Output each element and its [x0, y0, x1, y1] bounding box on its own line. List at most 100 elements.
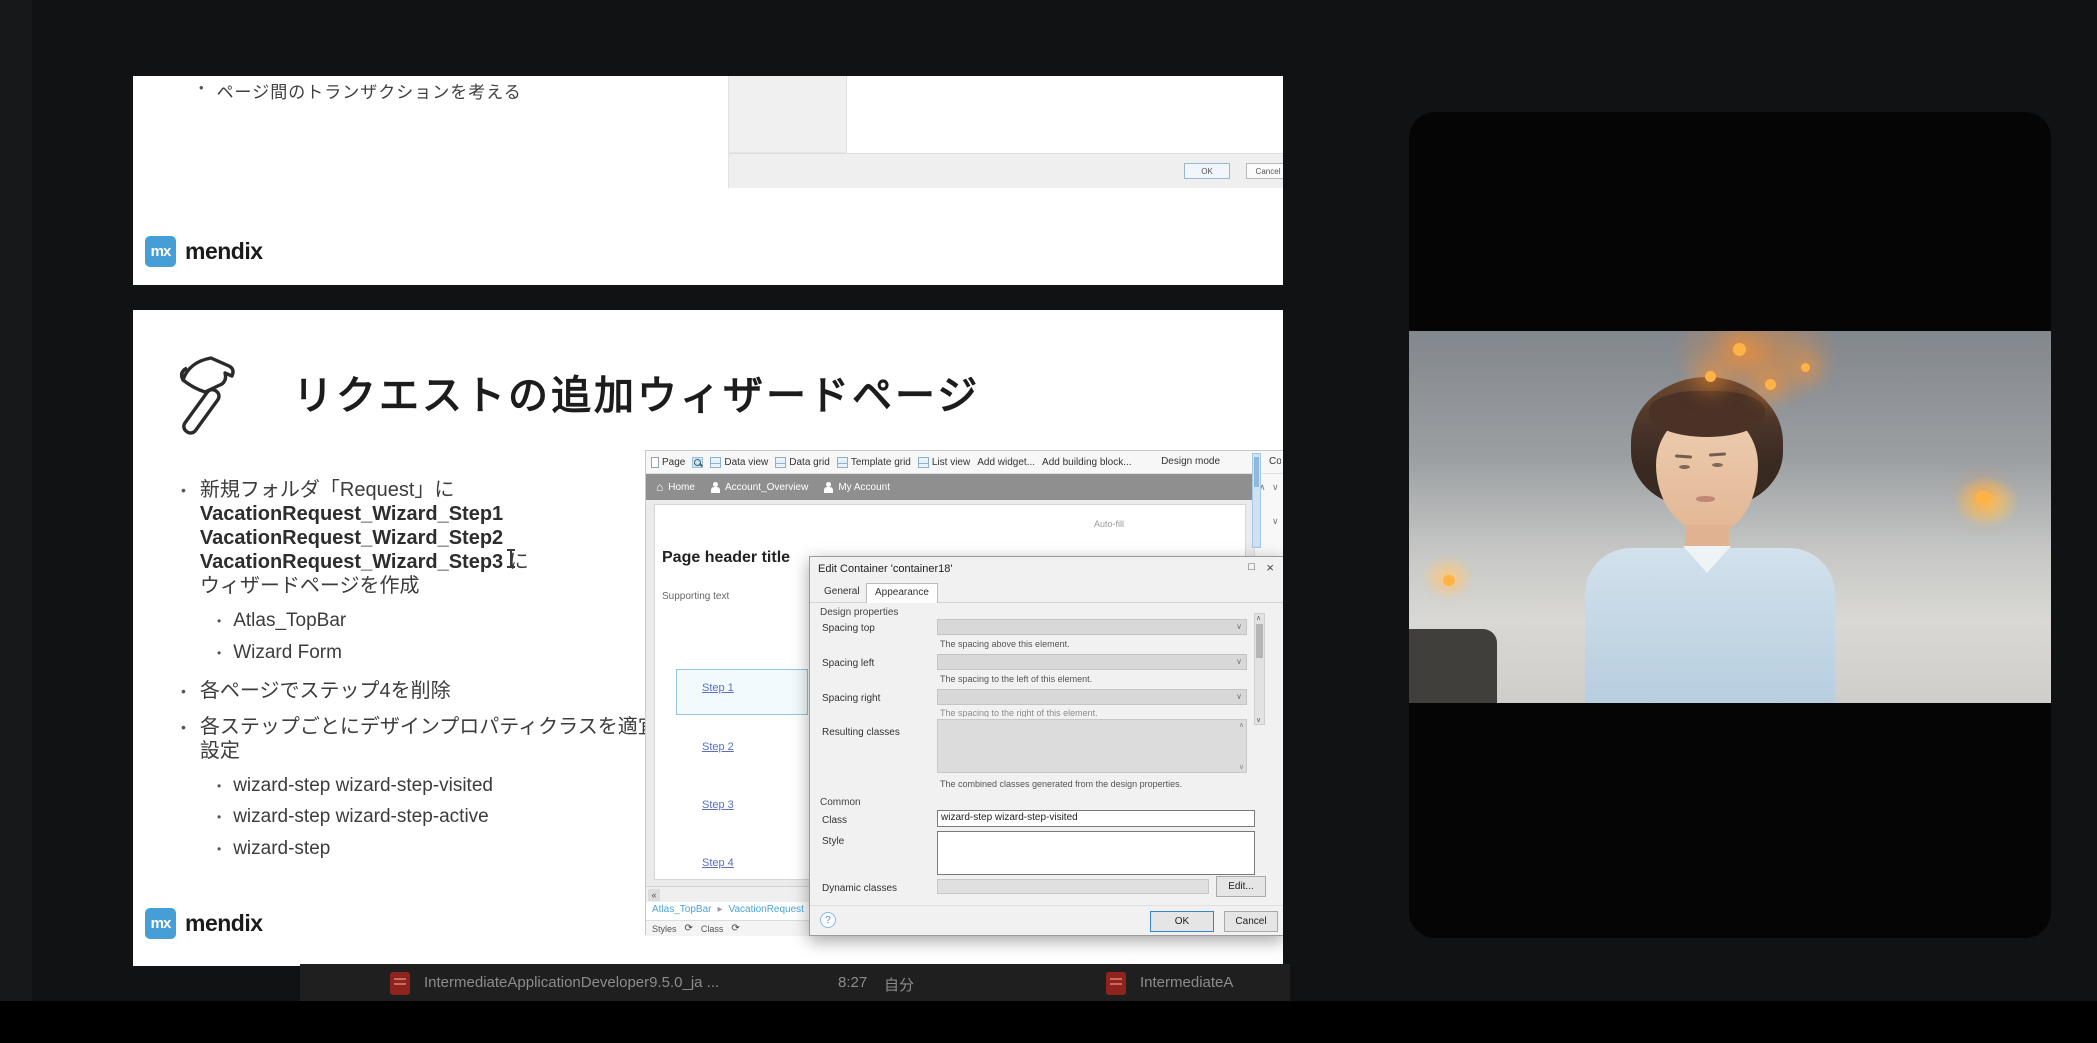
spacing-right-helper-clipped: The spacing to the right of this element…: [940, 708, 1098, 717]
toolbar-add-building-block[interactable]: Add building block...: [1042, 457, 1132, 468]
selection-box[interactable]: [676, 669, 808, 715]
shared-file-name[interactable]: IntermediateApplicationDeveloper9.5.0_ja…: [424, 974, 719, 991]
style-label: Style: [822, 836, 844, 847]
chevron-down-icon[interactable]: ∨: [1272, 516, 1279, 527]
dialog-fragment-panel: [729, 76, 847, 153]
resulting-classes-textarea[interactable]: ∧ ∨: [937, 719, 1247, 773]
text-cursor-ibeam: [510, 550, 512, 567]
breadcrumb-vacationrequest[interactable]: VacationRequest: [729, 904, 804, 915]
bullet-icon: •: [181, 482, 186, 598]
toolbar-more-clipped[interactable]: Co: [1269, 456, 1281, 467]
bullet-icon: •: [199, 80, 205, 103]
spacing-right-label: Spacing right: [822, 693, 880, 704]
wall-lamp: [1443, 575, 1455, 586]
class-input[interactable]: wizard-step wizard-step-visited: [937, 810, 1255, 827]
spacing-left-label: Spacing left: [822, 658, 874, 669]
chevron-down-icon[interactable]: ∨: [1256, 716, 1261, 724]
spacing-right-dropdown[interactable]: [937, 689, 1247, 705]
webcam-video-tile[interactable]: [1409, 112, 2051, 938]
mendix-logo-mark: mx: [145, 236, 176, 267]
style-textarea[interactable]: [937, 831, 1255, 875]
bullet-3-sublist: •wizard-step wizard-step-visited • wizard…: [217, 775, 659, 861]
spacing-top-helper: The spacing above this element.: [940, 639, 1070, 649]
sub-item: •Wizard Form: [217, 642, 659, 665]
sub-item: •Atlas_TopBar: [217, 610, 659, 633]
autofill-label: Auto-fill: [1094, 519, 1124, 529]
canvas-vertical-scrollbar[interactable]: [1252, 453, 1261, 548]
step-3-link[interactable]: Step 3: [702, 799, 734, 811]
b1-sub1: Atlas_TopBar: [233, 610, 346, 633]
cancel-button[interactable]: Cancel: [1224, 911, 1278, 932]
b3-sub2: wizard-step wizard-step-active: [233, 806, 489, 829]
dialog-tabs: General Appearance: [810, 581, 1283, 603]
dialog-title: Edit Container 'container18': [818, 563, 952, 575]
toolbar-list-view[interactable]: List view: [918, 457, 970, 468]
user-icon: [711, 482, 720, 493]
speaker-mouth: [1696, 496, 1715, 502]
chevron-down-icon[interactable]: ∨: [1272, 482, 1279, 493]
chevron-up-icon: ∧: [1239, 721, 1244, 729]
dynamic-classes-input[interactable]: [937, 879, 1209, 894]
ok-button[interactable]: OK: [1150, 911, 1214, 932]
breadcrumb-atlas-topbar[interactable]: Atlas_TopBar: [652, 904, 711, 915]
nav-home[interactable]: ⌂Home: [656, 481, 695, 493]
chevron-up-icon[interactable]: ∧: [1256, 614, 1261, 622]
sub-item: •wizard-step wizard-step-visited: [217, 775, 659, 798]
nav-account-overview[interactable]: Account_Overview: [711, 482, 808, 493]
meeting-screen: • ページ間のトランザクションを考える OK Cancel mx mendix: [0, 0, 2097, 1043]
speaker-hair-fringe: [1649, 391, 1765, 437]
b1-bold1: VacationRequest_Wizard_Step1: [200, 502, 529, 526]
bullet-icon: •: [217, 779, 221, 798]
ok-button[interactable]: OK: [1184, 163, 1230, 179]
dialog-footer-divider: [810, 905, 1283, 906]
mendix-logo: mx mendix: [145, 908, 263, 939]
step-2-link[interactable]: Step 2: [702, 741, 734, 753]
scrollbar-thumb[interactable]: [1256, 624, 1263, 658]
toolbar-page[interactable]: Page: [651, 457, 685, 468]
b3-sub3: wizard-step: [233, 838, 330, 861]
toolbar-design-mode[interactable]: Design mode: [1161, 456, 1220, 467]
speaker-shirt: [1585, 548, 1835, 703]
bullet-icon: •: [217, 842, 221, 861]
edit-button[interactable]: Edit...: [1216, 876, 1266, 897]
resulting-classes-helper: The combined classes generated from the …: [940, 779, 1182, 789]
collapse-icon[interactable]: «: [648, 889, 660, 901]
toolbar-template-grid[interactable]: Template grid: [837, 457, 911, 468]
dialog-scrollbar[interactable]: ∧ ∨: [1254, 613, 1265, 725]
spacing-left-dropdown[interactable]: [937, 654, 1247, 670]
page-header-title: Page header title: [662, 549, 790, 567]
data-view-icon: [710, 457, 721, 468]
tab-appearance[interactable]: Appearance: [866, 583, 938, 603]
b1-sub2: Wizard Form: [233, 642, 342, 665]
toolbar-data-view[interactable]: Data view: [710, 457, 768, 468]
nav-my-account[interactable]: My Account: [824, 482, 890, 493]
props-styles[interactable]: Styles: [652, 924, 677, 934]
shared-file-sender: 自分: [884, 974, 914, 995]
toolbar-add-widget[interactable]: Add widget...: [977, 457, 1035, 468]
toolbar-data-grid[interactable]: Data grid: [775, 457, 830, 468]
slide-previous: • ページ間のトランザクションを考える OK Cancel mx mendix: [133, 76, 1283, 285]
props-class[interactable]: Class: [701, 924, 724, 934]
step-1-link[interactable]: Step 1: [702, 682, 734, 694]
mendix-logo-word: mendix: [185, 910, 263, 937]
refresh-icon: ⟳: [685, 923, 693, 934]
mendix-logo-word: mendix: [185, 238, 263, 265]
sub-item: • wizard-step: [217, 838, 659, 861]
slide-bullet-list: • 新規フォルダ「Request」に VacationRequest_Wizar…: [181, 478, 659, 875]
refresh-icon: ⟳: [731, 923, 739, 934]
shared-file-name-clipped[interactable]: IntermediateA: [1140, 974, 1233, 991]
maximize-icon[interactable]: □: [1248, 561, 1255, 573]
section-design-properties: Design properties: [820, 607, 898, 618]
edit-container-dialog: Edit Container 'container18' □ × General…: [809, 556, 1283, 936]
tab-general[interactable]: General: [816, 583, 868, 603]
zoom-select-icon[interactable]: [692, 457, 703, 468]
ceiling-light: [1705, 371, 1716, 382]
shared-file-time: 8:27: [838, 974, 867, 991]
step-4-link[interactable]: Step 4: [702, 857, 734, 869]
b1-line4: VacationRequest_Wizard_Step3 に: [200, 550, 529, 574]
cancel-button[interactable]: Cancel: [1246, 163, 1283, 179]
spacing-top-dropdown[interactable]: [937, 619, 1247, 635]
close-icon[interactable]: ×: [1266, 560, 1274, 575]
supporting-text: Supporting text: [662, 591, 729, 602]
help-icon[interactable]: ?: [820, 912, 836, 928]
